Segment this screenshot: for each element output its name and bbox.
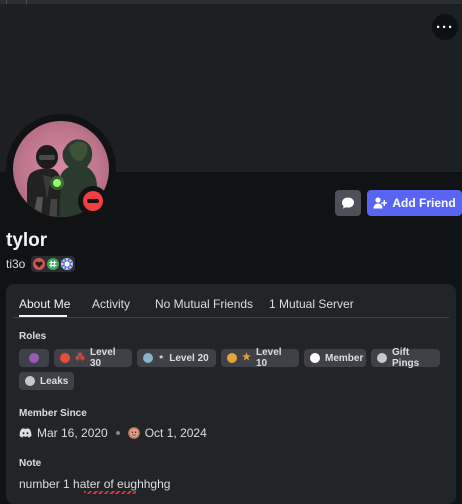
role-pill[interactable]: Leaks <box>19 372 74 390</box>
active-tab-indicator <box>19 315 67 317</box>
role-color-dot <box>60 353 70 363</box>
heart-badge-icon[interactable] <box>33 258 46 270</box>
role-color-dot <box>377 353 387 363</box>
role-color-dot <box>29 353 39 363</box>
role-color-dot <box>143 353 153 363</box>
note-heading: Note <box>19 458 42 469</box>
role-color-dot <box>227 353 237 363</box>
role-star-icon: ⋆ <box>158 352 165 363</box>
role-pill[interactable] <box>19 349 49 367</box>
tab-activity[interactable]: Activity <box>92 297 130 311</box>
status-indicator <box>78 186 108 216</box>
profile-badges <box>31 256 76 272</box>
discord-join-date: Mar 16, 2020 <box>37 426 108 440</box>
discord-logo-icon <box>19 428 32 438</box>
message-button[interactable] <box>335 190 361 216</box>
role-pill[interactable]: ★ Level 10 <box>221 347 299 369</box>
role-label: Gift Pings <box>392 347 420 369</box>
tab-about-me[interactable]: About Me <box>19 297 70 311</box>
banner-edge-tick <box>6 0 7 4</box>
display-name: tylor <box>6 230 48 251</box>
note-input[interactable]: number 1 hater of eughhghg <box>19 477 170 491</box>
role-label: Leaks <box>40 375 69 387</box>
hashtag-badge-icon[interactable] <box>47 258 60 270</box>
member-since-heading: Member Since <box>19 408 87 419</box>
person-plus-icon <box>373 197 388 209</box>
role-pill[interactable]: Gift Pings <box>371 347 440 369</box>
banner-edge-tick <box>26 0 27 4</box>
role-pill[interactable]: ⁂ Level 30 <box>54 347 132 369</box>
member-since-row: Mar 16, 2020 Oct 1, 2024 <box>19 426 207 440</box>
role-sparkle-icon: ⁂ <box>75 352 85 363</box>
separator-dot <box>115 431 120 435</box>
role-pill[interactable]: Member <box>304 349 366 367</box>
server-icon[interactable] <box>127 427 140 439</box>
role-label: Level 30 <box>90 347 116 369</box>
role-pill[interactable]: ⋆ Level 20 <box>137 349 216 367</box>
role-label: Level 20 <box>169 352 209 364</box>
server-join-date: Oct 1, 2024 <box>144 426 207 440</box>
username-row: ti3o <box>6 256 76 272</box>
spellcheck-underline <box>84 491 136 494</box>
add-friend-label: Add Friend <box>392 196 456 210</box>
do-not-disturb-icon <box>83 191 103 211</box>
role-star-icon: ★ <box>242 352 251 363</box>
role-color-dot <box>310 353 320 363</box>
tab-mutual-servers[interactable]: 1 Mutual Server <box>269 297 354 311</box>
ellipsis-icon: ··· <box>436 18 454 36</box>
role-label: Member <box>325 352 364 364</box>
banner-top-edge <box>0 0 462 4</box>
tab-mutual-friends[interactable]: No Mutual Friends <box>155 297 253 311</box>
roles-heading: Roles <box>19 331 47 342</box>
role-label: Level 10 <box>255 347 282 369</box>
more-options-button[interactable]: ··· <box>432 14 458 40</box>
chat-bubble-icon <box>342 197 354 209</box>
add-friend-button[interactable]: Add Friend <box>367 190 462 216</box>
role-color-dot <box>25 376 35 386</box>
username[interactable]: ti3o <box>6 257 25 271</box>
sun-badge-icon[interactable] <box>61 258 74 270</box>
